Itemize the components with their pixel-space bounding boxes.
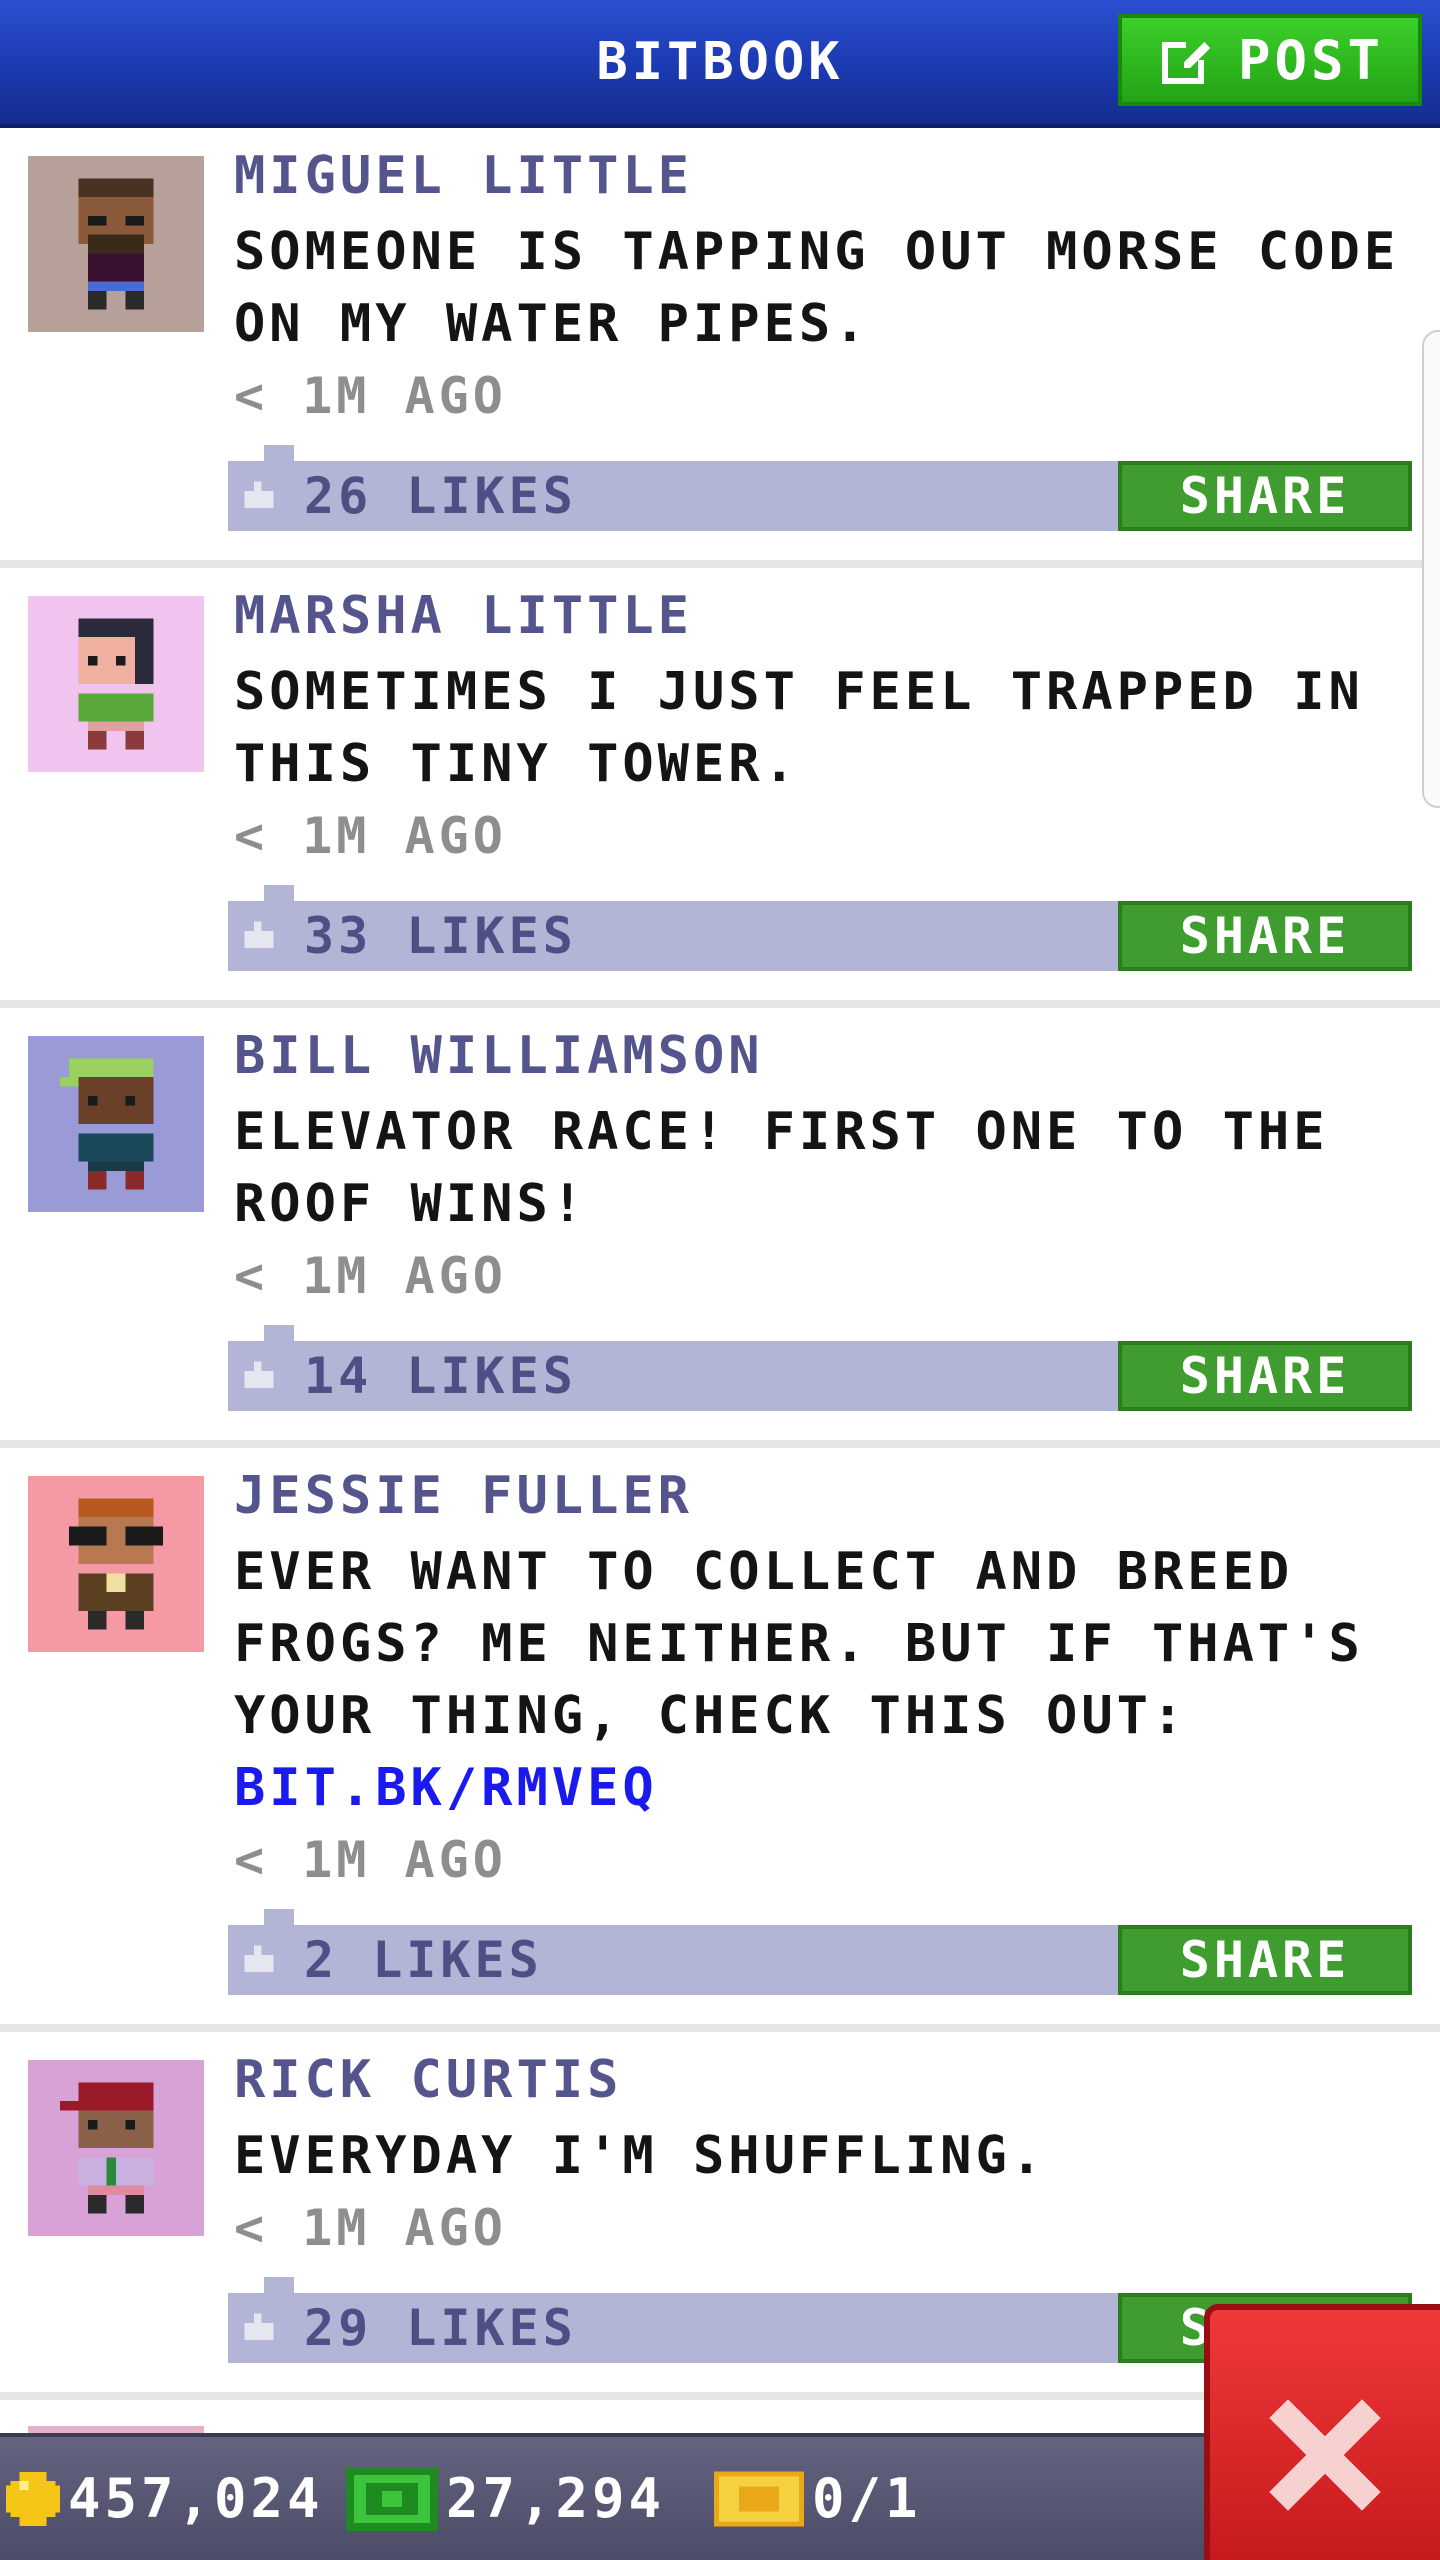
ticket-icon [714,2471,804,2526]
thumbs-up-icon [244,1361,274,1389]
like-bar[interactable]: 33 LIKES SHARE [228,885,1412,971]
close-button[interactable] [1204,2304,1440,2560]
share-button[interactable]: SHARE [1118,901,1412,971]
post-body: SOMETIMES I JUST FEEL TRAPPED IN THIS TI… [234,656,1424,872]
share-button[interactable]: SHARE [1118,1341,1412,1411]
ticket-value: 0/1 [812,2467,922,2530]
app-header: BITBOOK POST [0,0,1440,128]
bux-value: 27,294 [446,2467,666,2530]
person-avatar-icon [59,1058,154,1190]
post-time: < 1M AGO [234,807,507,865]
coin-value: 457,024 [68,2467,324,2530]
like-bar[interactable]: 26 LIKES SHARE [228,445,1412,531]
like-bar[interactable]: 14 LIKES SHARE [228,1325,1412,1411]
scrollbar[interactable] [1422,330,1440,808]
post-button-label: POST [1237,28,1385,92]
post-text: EVER WANT TO COLLECT AND BREED FROGS? ME… [234,1542,1364,1746]
edit-icon [1161,42,1210,84]
post-item: BILL WILLIAMSON ELEVATOR RACE! FIRST ONE… [0,1008,1440,1448]
avatar[interactable] [28,1036,204,1212]
post-text: SOMETIMES I JUST FEEL TRAPPED IN THIS TI… [234,662,1364,794]
post-author: JESSIE FULLER [234,1466,693,1526]
post-author: BILL WILLIAMSON [234,1026,764,1086]
post-time: < 1M AGO [234,2199,507,2257]
like-count: 14 LIKES [304,1347,577,1405]
post-author: MIGUEL LITTLE [234,146,693,206]
post-link[interactable]: BIT.BK/RMVEQ [234,1752,1424,1824]
ticket-counter: 0/1 [714,2437,922,2560]
person-avatar-icon [78,178,154,310]
post-body: EVERYDAY I'M SHUFFLING. < 1M AGO [234,2120,1424,2264]
close-icon [1269,2399,1381,2511]
post-body: EVER WANT TO COLLECT AND BREED FROGS? ME… [234,1536,1424,1896]
post-body: SOMEONE IS TAPPING OUT MORSE CODE ON MY … [234,216,1424,432]
post-item: MIGUEL LITTLE SOMEONE IS TAPPING OUT MOR… [0,128,1440,568]
like-count: 29 LIKES [304,2299,577,2357]
thumbs-up-icon [244,921,274,949]
share-button[interactable]: SHARE [1118,461,1412,531]
post-button[interactable]: POST [1118,14,1422,106]
like-count: 26 LIKES [304,467,577,525]
person-avatar-icon [59,2082,154,2214]
person-avatar-icon [69,1498,163,1630]
bux-counter: 27,294 [346,2437,665,2560]
avatar[interactable] [28,596,204,772]
thumbs-up-icon [244,481,274,509]
post-text: ELEVATOR RACE! FIRST ONE TO THE ROOF WIN… [234,1102,1329,1234]
coin-counter: 457,024 [6,2437,324,2560]
avatar[interactable] [28,1476,204,1652]
post-text: EVERYDAY I'M SHUFFLING. [234,2126,1047,2186]
avatar [28,2426,204,2433]
thumbs-up-icon [244,1945,274,1973]
post-feed[interactable]: MIGUEL LITTLE SOMEONE IS TAPPING OUT MOR… [0,128,1440,2433]
post-item: JESSIE FULLER EVER WANT TO COLLECT AND B… [0,1448,1440,2032]
post-time: < 1M AGO [234,1831,507,1889]
post-author: MARSHA LITTLE [234,586,693,646]
post-text: SOMEONE IS TAPPING OUT MORSE CODE ON MY … [234,222,1400,354]
post-body: ELEVATOR RACE! FIRST ONE TO THE ROOF WIN… [234,1096,1424,1312]
like-bar[interactable]: 2 LIKES SHARE [228,1909,1412,1995]
like-count: 2 LIKES [304,1931,543,1989]
person-avatar-icon [78,618,154,750]
thumbs-up-icon [244,2313,274,2341]
post-item: MARSHA LITTLE SOMETIMES I JUST FEEL TRAP… [0,568,1440,1008]
bux-icon [346,2466,438,2531]
like-count: 33 LIKES [304,907,577,965]
post-time: < 1M AGO [234,1247,507,1305]
post-author: RICK CURTIS [234,2050,623,2110]
avatar[interactable] [28,156,204,332]
share-button[interactable]: SHARE [1118,1925,1412,1995]
post-time: < 1M AGO [234,367,507,425]
avatar[interactable] [28,2060,204,2236]
coin-icon [6,2471,60,2526]
